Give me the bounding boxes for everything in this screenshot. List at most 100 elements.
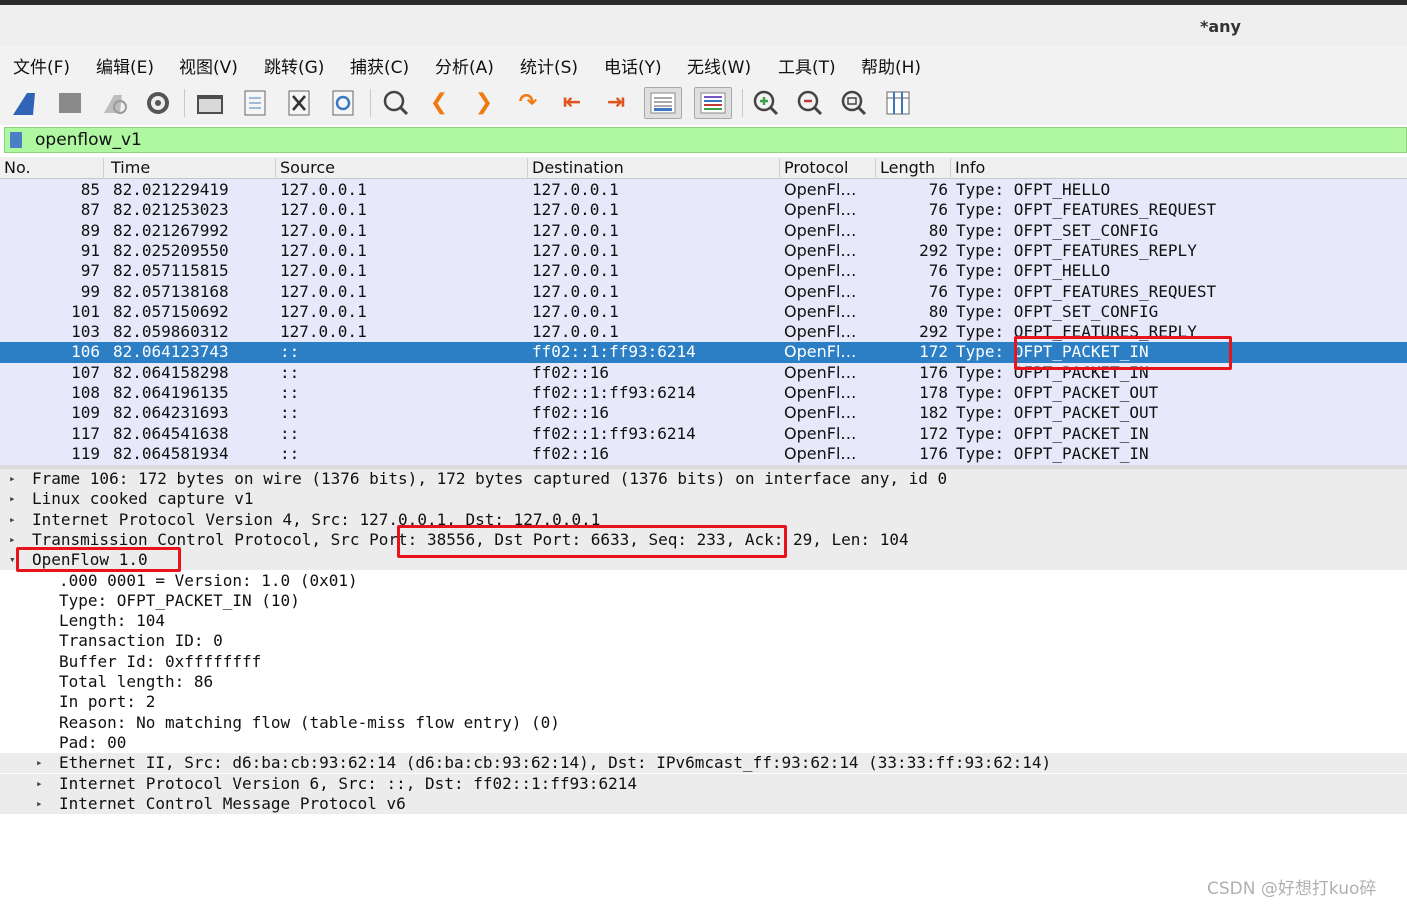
expand-arrow-icon[interactable]: ▸ <box>36 794 43 814</box>
cell-protocol: OpenFl… <box>784 423 857 443</box>
packet-list[interactable]: No. Time Source Destination Protocol Len… <box>0 157 1407 465</box>
open-folder-icon[interactable] <box>194 87 226 119</box>
detail-row[interactable]: .000 0001 = Version: 1.0 (0x01) <box>0 571 1407 591</box>
detail-row[interactable]: ▸ Internet Protocol Version 6, Src: ::, D… <box>0 773 1407 794</box>
go-forward-icon[interactable]: ❯ <box>468 87 500 119</box>
detail-row[interactable]: Pad: 00 <box>0 733 1407 753</box>
column-header-destination[interactable]: Destination <box>528 158 780 179</box>
display-filter-input[interactable]: openflow_v1 <box>35 130 142 150</box>
packet-row[interactable]: 99 82.057138168 127.0.0.1 127.0.0.1 OpenFl… 7… <box>0 282 1407 302</box>
detail-row[interactable]: Transaction ID: 0 <box>0 631 1407 651</box>
detail-row[interactable]: In port: 2 <box>0 692 1407 712</box>
menu-file[interactable]: 文件(F) <box>13 53 70 78</box>
reload-icon[interactable] <box>327 87 359 119</box>
display-filter-bar[interactable]: openflow_v1 <box>4 127 1407 153</box>
cell-length: 176 <box>919 443 948 463</box>
stop-icon[interactable] <box>54 87 86 119</box>
autoscroll-icon[interactable] <box>644 87 682 119</box>
expand-arrow-icon[interactable]: ▸ <box>9 489 16 509</box>
cell-time: 82.025209550 <box>113 240 229 260</box>
cell-time: 82.057150692 <box>113 301 229 321</box>
packet-row[interactable]: 109 82.064231693:: ff02::16 OpenFl… 182 Type:… <box>0 403 1407 423</box>
detail-row[interactable]: ▸ Linux cooked capture v1 <box>0 489 1407 510</box>
find-icon[interactable] <box>380 87 412 119</box>
detail-row[interactable]: Buffer Id: 0xffffffff <box>0 652 1407 672</box>
packet-row[interactable]: 89 82.021267992 127.0.0.1 127.0.0.1 OpenFl… 8… <box>0 221 1407 241</box>
expand-arrow-icon[interactable]: ▸ <box>9 510 16 530</box>
zoom-in-icon[interactable] <box>750 87 782 119</box>
column-header-source[interactable]: Source <box>276 158 528 179</box>
save-file-icon[interactable] <box>239 87 271 119</box>
menu-view[interactable]: 视图(V) <box>179 53 238 78</box>
menu-telephony[interactable]: 电话(Y) <box>604 53 662 78</box>
cell-length: 178 <box>919 383 948 402</box>
cell-info: Type: OFPT_HELLO <box>956 180 1111 199</box>
cell-length: 182 <box>919 403 948 423</box>
options-gear-icon[interactable] <box>142 87 174 119</box>
cell-source: :: <box>280 403 300 423</box>
packet-row[interactable]: 119 82.064581934:: ff02::16 OpenFl… 176 Type:… <box>0 444 1407 464</box>
column-header-time[interactable]: Time <box>107 158 276 179</box>
zoom-out-icon[interactable] <box>794 87 826 119</box>
cell-time: 82.064541638 <box>113 423 229 443</box>
column-header-info[interactable]: Info <box>951 158 1407 179</box>
detail-row[interactable]: ▸ Frame 106: 172 bytes on wire (1376 bits… <box>0 469 1407 490</box>
cell-protocol: OpenFl… <box>784 383 857 402</box>
packet-row[interactable]: 87 82.021253023 127.0.0.1 127.0.0.1 OpenFl… 7… <box>0 200 1407 220</box>
go-back-icon[interactable]: ❮ <box>423 87 455 119</box>
go-to-packet-icon[interactable]: ↷ <box>512 87 544 119</box>
menu-edit[interactable]: 编辑(E) <box>96 53 154 78</box>
expand-arrow-icon[interactable]: ▸ <box>9 530 16 550</box>
cell-source: 127.0.0.1 <box>280 240 367 260</box>
cell-no: 108 <box>71 383 100 402</box>
close-file-icon[interactable] <box>283 87 315 119</box>
resize-columns-icon[interactable] <box>882 87 914 119</box>
first-packet-icon[interactable]: ⇤ <box>556 87 588 119</box>
menu-tools[interactable]: 工具(T) <box>778 53 836 78</box>
cell-time: 82.064123743 <box>113 342 229 362</box>
detail-row[interactable]: Reason: No matching flow (table-miss flo… <box>0 713 1407 733</box>
packet-list-header: No. Time Source Destination Protocol Len… <box>0 157 1407 179</box>
cell-destination: ff02::1:ff93:6214 <box>532 383 696 402</box>
cell-destination: 127.0.0.1 <box>532 301 619 321</box>
packet-row[interactable]: 97 82.057115815 127.0.0.1 127.0.0.1 OpenFl… 7… <box>0 261 1407 281</box>
restart-icon[interactable] <box>98 87 130 119</box>
detail-row[interactable]: ▸ Ethernet II, Src: d6:ba:cb:93:62:14 (d6… <box>0 753 1407 774</box>
menu-go[interactable]: 跳转(G) <box>264 53 324 78</box>
cell-info: Type: OFPT_FEATURES_REQUEST <box>956 281 1217 301</box>
packet-row[interactable]: 101 82.057150692 127.0.0.1 127.0.0.1 OpenFl…… <box>0 302 1407 322</box>
detail-text: Total length: 86 <box>59 672 214 691</box>
column-header-protocol[interactable]: Protocol <box>780 158 876 179</box>
cell-destination: 127.0.0.1 <box>532 200 619 220</box>
menu-statistics[interactable]: 统计(S) <box>520 53 578 78</box>
column-header-length[interactable]: Length <box>876 158 951 179</box>
detail-text: Frame 106: 172 bytes on wire (1376 bits)… <box>32 469 948 488</box>
shark-fin-icon[interactable] <box>10 87 42 119</box>
detail-row[interactable]: Length: 104 <box>0 611 1407 631</box>
normal-size-icon[interactable] <box>838 87 870 119</box>
bookmark-icon[interactable] <box>10 132 22 148</box>
collapse-arrow-icon[interactable]: ▾ <box>9 550 16 570</box>
colorize-icon[interactable] <box>694 87 732 119</box>
detail-row[interactable]: ▸ Internet Control Message Protocol v6 <box>0 793 1407 815</box>
cell-source: :: <box>280 443 300 463</box>
last-packet-icon[interactable]: ⇥ <box>600 87 632 119</box>
menu-help[interactable]: 帮助(H) <box>861 53 921 78</box>
cell-info: Type: OFPT_PACKET_IN <box>956 443 1149 463</box>
menu-capture[interactable]: 捕获(C) <box>350 53 409 78</box>
detail-row[interactable]: Total length: 86 <box>0 672 1407 692</box>
expand-arrow-icon[interactable]: ▸ <box>9 469 16 489</box>
packet-row[interactable]: 117 82.064541638:: ff02::1:ff93:6214 OpenFl… <box>0 424 1407 444</box>
column-header-no[interactable]: No. <box>0 158 104 179</box>
cell-destination: 127.0.0.1 <box>532 180 619 199</box>
expand-arrow-icon[interactable]: ▸ <box>36 774 43 794</box>
menu-analyze[interactable]: 分析(A) <box>435 53 494 78</box>
packet-row[interactable]: 108 82.064196135:: ff02::1:ff93:6214 OpenFl… <box>0 383 1407 403</box>
detail-row[interactable]: Type: OFPT_PACKET_IN (10) <box>0 591 1407 611</box>
menu-wireless[interactable]: 无线(W) <box>687 53 751 78</box>
packet-row[interactable]: 91 82.025209550 127.0.0.1 127.0.0.1 OpenFl… 2… <box>0 241 1407 261</box>
packet-row[interactable]: 85 82.021229419 127.0.0.1 127.0.0.1 OpenFl… 7… <box>0 180 1407 200</box>
cell-length: 172 <box>919 342 948 362</box>
expand-arrow-icon[interactable]: ▸ <box>36 753 43 773</box>
cell-destination: ff02::1:ff93:6214 <box>532 423 696 443</box>
